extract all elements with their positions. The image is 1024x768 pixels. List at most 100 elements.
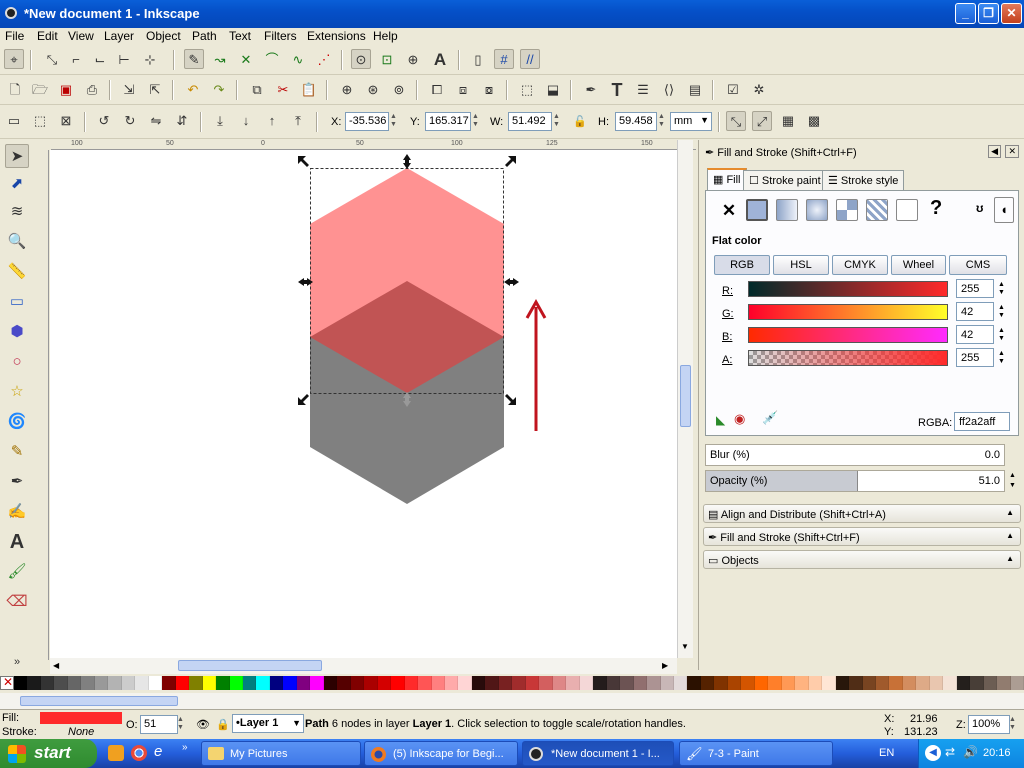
minimize-button[interactable]: _ <box>955 3 976 24</box>
spin-arrows-icon[interactable]: ▲ ▼ <box>390 113 400 129</box>
r-slider[interactable] <box>748 281 948 297</box>
unlink-clone-icon[interactable]: ⧇ <box>479 80 499 100</box>
new-document-icon[interactable]: 🗋 <box>5 80 25 100</box>
palette-swatch[interactable] <box>418 676 432 690</box>
palette-swatch[interactable] <box>687 676 701 690</box>
layers-dialog-icon[interactable]: ☰ <box>633 80 653 100</box>
flip-vertical-icon[interactable]: ⇵ <box>172 111 192 131</box>
fill-stroke-dialog-icon[interactable]: ✒ <box>581 80 601 100</box>
layer-lock-icon[interactable]: 🔒 <box>216 718 230 731</box>
palette-swatch[interactable] <box>673 676 688 690</box>
stroke-indicator[interactable]: None <box>68 726 94 738</box>
spin-arrows-icon[interactable]: ▲ ▼ <box>658 113 668 129</box>
tweak-tool-icon[interactable]: ≋ <box>5 200 29 224</box>
rotate-cw-icon[interactable]: ↻ <box>120 111 140 131</box>
palette-swatch[interactable] <box>606 676 621 690</box>
palette-swatch[interactable] <box>81 676 95 690</box>
palette-swatch[interactable] <box>14 676 28 690</box>
snap-bbox-center-icon[interactable]: ⊹ <box>140 50 160 70</box>
tab-stroke-paint[interactable]: ☐ Stroke paint <box>743 170 827 190</box>
layer-select[interactable]: •Layer 1 ▼ <box>232 714 304 733</box>
rotate-ccw-icon[interactable]: ↺ <box>94 111 114 131</box>
snap-nodes-icon[interactable]: ✎ <box>184 49 204 69</box>
palette-swatch[interactable] <box>647 676 661 690</box>
palette-swatch[interactable] <box>67 676 82 690</box>
ie-icon[interactable]: e <box>154 743 162 760</box>
zoom-page-icon[interactable]: ⊚ <box>389 80 409 100</box>
palette-swatch[interactable] <box>377 676 392 690</box>
tab-fill[interactable]: ▦ Fill <box>707 168 747 190</box>
no-paint-swatch-icon[interactable]: ✕ <box>0 675 14 690</box>
import-icon[interactable]: ⇲ <box>119 80 139 100</box>
menu-path[interactable]: Path <box>192 29 217 43</box>
palette-swatch[interactable] <box>310 676 324 690</box>
pattern-icon[interactable] <box>836 199 858 221</box>
g-slider[interactable] <box>748 304 948 320</box>
close-button[interactable]: ✕ <box>1001 3 1022 24</box>
snap-path-icon[interactable]: ↝ <box>210 50 230 70</box>
pencil-tool-icon[interactable]: ✎ <box>5 440 29 464</box>
palette-swatch[interactable] <box>242 676 257 690</box>
vscroll-thumb[interactable] <box>680 365 691 427</box>
palette-swatch[interactable] <box>94 676 109 690</box>
palette-swatch[interactable] <box>822 676 836 690</box>
hscroll-thumb[interactable] <box>178 660 322 671</box>
a-slider[interactable] <box>748 350 948 366</box>
scroll-left-icon[interactable]: ◀ <box>53 661 59 670</box>
menu-text[interactable]: Text <box>229 29 251 43</box>
spin-arrows-icon[interactable]: ▲ ▼ <box>998 350 1005 366</box>
spin-arrows-icon[interactable]: ▲ ▼ <box>472 113 482 129</box>
chrome-icon[interactable] <box>131 745 147 761</box>
selector-tool-icon[interactable]: ➤ <box>5 144 29 168</box>
palette-swatch[interactable] <box>849 676 863 690</box>
mode-cmyk-button[interactable]: CMYK <box>832 255 888 275</box>
menu-help[interactable]: Help <box>373 29 398 43</box>
expand-icon[interactable]: ▲ <box>1006 554 1014 563</box>
rectangle-tool-icon[interactable]: ▭ <box>5 290 29 314</box>
spin-arrows-icon[interactable]: ▲ ▼ <box>553 113 563 129</box>
blur-slider[interactable]: Blur (%) 0.0 <box>705 444 1005 466</box>
3d-box-tool-icon[interactable]: ⬢ <box>5 320 29 344</box>
menu-layer[interactable]: Layer <box>104 29 134 43</box>
palette-swatch[interactable] <box>727 676 742 690</box>
palette-swatch[interactable] <box>754 676 769 690</box>
task-inkscape[interactable]: *New document 1 - I... <box>522 741 674 766</box>
zoom-tool-icon[interactable]: 🔍 <box>5 230 29 254</box>
palette-swatch[interactable] <box>40 676 55 690</box>
quicklaunch-app-icon[interactable] <box>108 745 124 761</box>
snap-bbox-corner-icon[interactable]: ⌙ <box>90 50 110 70</box>
panel-close-icon[interactable]: ✕ <box>1005 145 1019 158</box>
scroll-down-icon[interactable]: ▼ <box>681 642 689 651</box>
more-tools-icon[interactable]: » <box>5 650 29 674</box>
fill-rule-nonzero-icon[interactable]: ◖ <box>994 197 1014 223</box>
snap-bbox-icon[interactable]: ⤡ <box>42 50 62 70</box>
rgba-input[interactable]: ff2a2aff <box>954 412 1010 431</box>
vertical-scrollbar[interactable]: ▼ <box>677 140 693 658</box>
expand-icon[interactable]: ▲ <box>1006 508 1014 517</box>
export-icon[interactable]: ⇱ <box>145 80 165 100</box>
menu-file[interactable]: File <box>5 29 24 43</box>
calligraphy-tool-icon[interactable]: ✍ <box>5 500 29 524</box>
spin-arrows-icon[interactable]: ▲ ▼ <box>1009 471 1016 491</box>
a-input[interactable]: 255 <box>956 348 994 367</box>
palette-swatch[interactable] <box>566 676 580 690</box>
palette-swatch[interactable] <box>404 676 419 690</box>
g-input[interactable]: 42 <box>956 302 994 321</box>
palette-swatch[interactable] <box>202 676 217 690</box>
spin-arrows-icon[interactable]: ▲ ▼ <box>998 281 1005 297</box>
palette-swatch[interactable] <box>337 676 351 690</box>
tray-expand-icon[interactable]: ◀ <box>925 745 941 761</box>
snap-text-baseline-icon[interactable]: A <box>430 50 450 70</box>
spiral-tool-icon[interactable]: 🌀 <box>5 410 29 434</box>
palette-swatch[interactable] <box>700 676 715 690</box>
menu-edit[interactable]: Edit <box>37 29 58 43</box>
radial-gradient-icon[interactable] <box>806 199 828 221</box>
layer-visibility-icon[interactable]: 👁 <box>196 718 210 731</box>
duplicate-icon[interactable]: ⧠ <box>427 80 447 100</box>
redo-icon[interactable]: ↷ <box>209 80 229 100</box>
fill-indicator[interactable] <box>40 712 122 724</box>
quicklaunch-more-icon[interactable]: » <box>182 742 188 753</box>
palette-swatch[interactable] <box>552 676 567 690</box>
palette-swatch[interactable] <box>148 676 163 690</box>
measure-tool-icon[interactable]: 📏 <box>5 260 29 284</box>
